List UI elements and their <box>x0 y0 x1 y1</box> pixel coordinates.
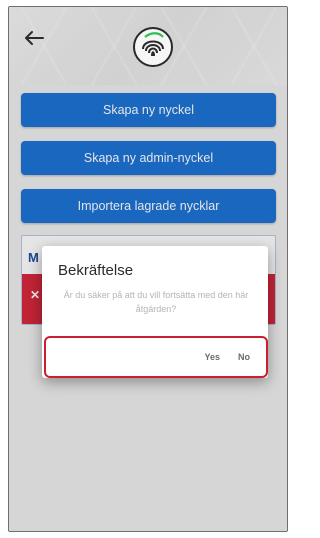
yes-button[interactable]: Yes <box>200 348 224 366</box>
fingerprint-logo-icon <box>131 25 175 69</box>
dialog-actions-highlight: Yes No <box>44 336 268 378</box>
dialog-message: Är du säker på att du vill fortsätta med… <box>63 290 249 314</box>
no-button[interactable]: No <box>234 348 254 366</box>
dialog-title: Bekräftelse <box>58 262 134 279</box>
back-arrow-icon[interactable] <box>21 25 47 51</box>
confirmation-dialog: Bekräftelse Är du säker på att du vill f… <box>42 246 268 378</box>
